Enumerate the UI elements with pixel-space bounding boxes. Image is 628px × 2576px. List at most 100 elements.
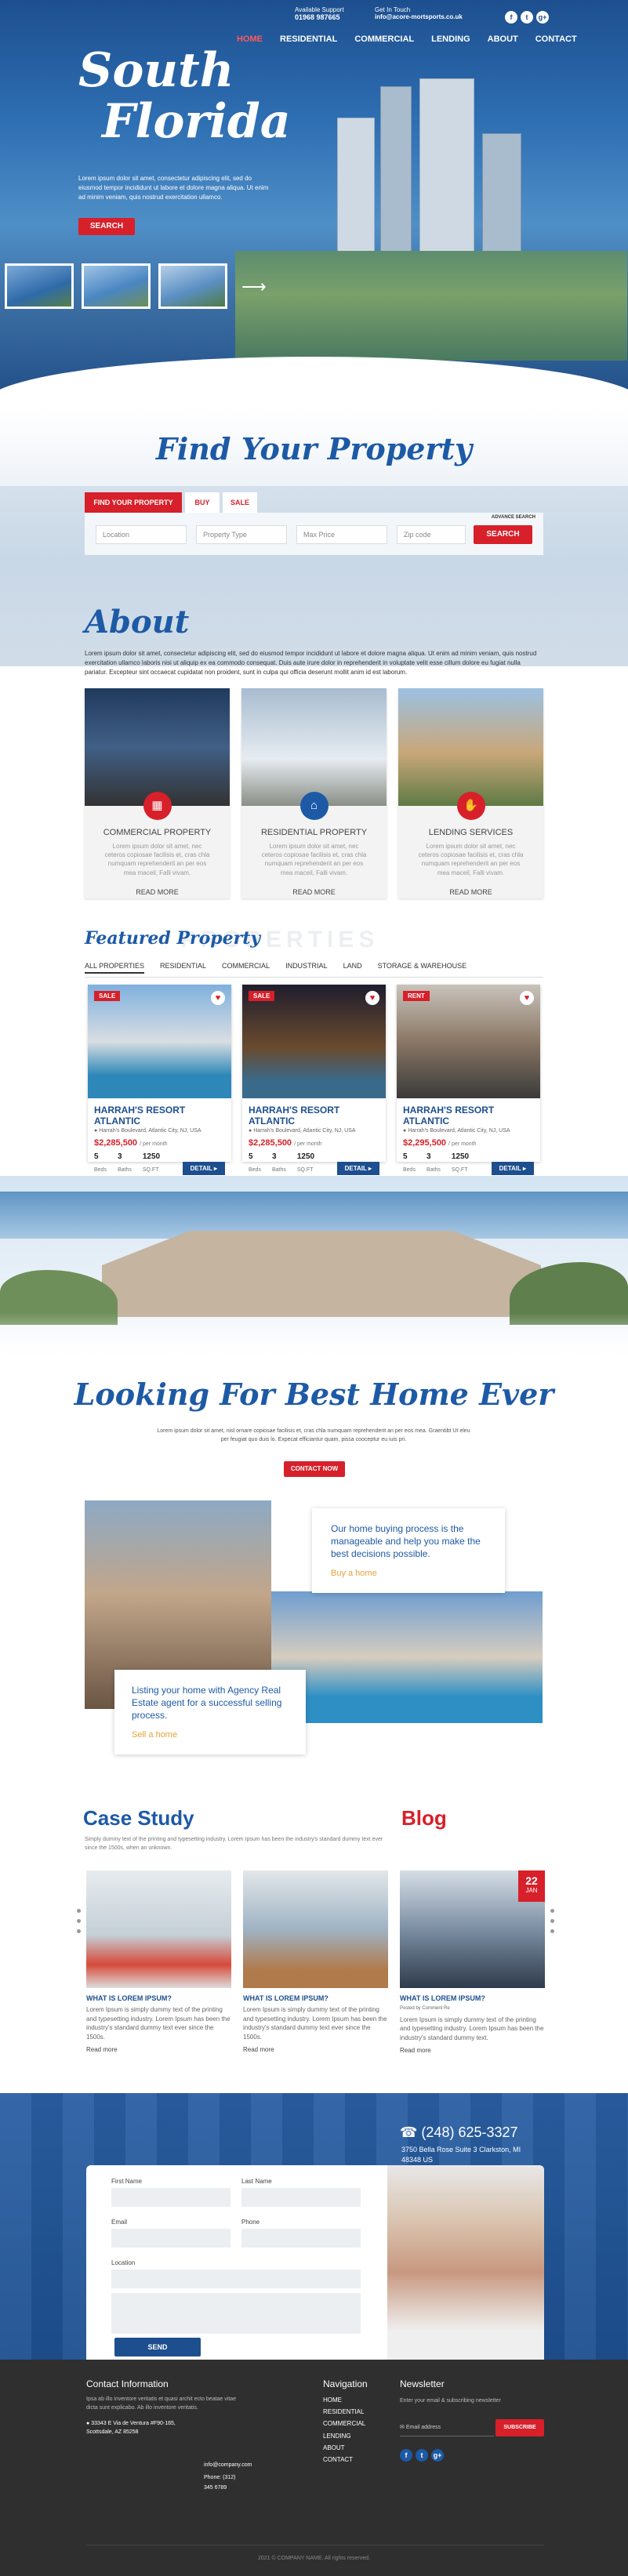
footer-nav-about[interactable]: ABOUT <box>323 2442 409 2454</box>
property-card[interactable]: SALE ♥ HARRAH'S RESORT ATLANTIC ● Harrah… <box>242 985 386 1175</box>
twitter-icon[interactable]: t <box>521 11 533 24</box>
email-input[interactable] <box>111 2229 231 2248</box>
tab-land[interactable]: LAND <box>343 962 362 970</box>
advance-search-link[interactable]: ADVANCE SEARCH <box>492 515 535 520</box>
case-item-text: Lorem Ipsum is simply dummy text of the … <box>243 2006 387 2041</box>
baths-value: 3 <box>426 1152 431 1161</box>
first-name-input[interactable] <box>111 2188 231 2207</box>
footer-nav-commercial[interactable]: COMMERCIAL <box>323 2418 409 2429</box>
tab-commercial[interactable]: COMMERCIAL <box>222 962 270 970</box>
nav-residential[interactable]: RESIDENTIAL <box>280 34 337 44</box>
meeting-image: 22 JAN <box>400 1870 545 1988</box>
footer-nav-lending[interactable]: LENDING <box>323 2430 409 2442</box>
google-plus-icon[interactable]: g+ <box>431 2449 444 2462</box>
property-name[interactable]: HARRAH'S RESORT ATLANTIC <box>397 1098 540 1128</box>
search-button[interactable]: SEARCH <box>474 525 532 544</box>
footer-nav-residential[interactable]: RESIDENTIAL <box>323 2406 409 2418</box>
contact-phone[interactable]: ☎ (248) 625-3327 <box>400 2124 518 2141</box>
footer-nav-contact[interactable]: CONTACT <box>323 2454 409 2465</box>
tab-residential[interactable]: RESIDENTIAL <box>160 962 206 970</box>
property-name[interactable]: HARRAH'S RESORT ATLANTIC <box>242 1098 386 1128</box>
subscribe-button[interactable]: SUBSCRIBE <box>496 2419 544 2436</box>
heart-icon[interactable]: ♥ <box>520 991 534 1005</box>
property-card[interactable]: SALE ♥ HARRAH'S RESORT ATLANTIC ● Harrah… <box>88 985 231 1175</box>
card-text: Lorem ipsum dolor sit amet, nec ceteros … <box>104 843 210 876</box>
tab-all-properties[interactable]: ALL PROPERTIES <box>85 962 145 974</box>
case-item-title[interactable]: WHAT IS LOREM IPSUM? <box>86 1994 231 2002</box>
support-phone[interactable]: 01968 987665 <box>295 13 344 21</box>
sell-home-link[interactable]: Sell a home <box>132 1730 289 1740</box>
case-study-item: WHAT IS LOREM IPSUM? Lorem Ipsum is simp… <box>86 1870 231 2053</box>
property-card[interactable]: RENT ♥ HARRAH'S RESORT ATLANTIC ● Harrah… <box>397 985 540 1175</box>
location-input[interactable] <box>111 2269 361 2288</box>
read-more-link[interactable]: READ MORE <box>241 888 387 896</box>
zip-code-input[interactable]: Zip code <box>397 525 466 544</box>
card-title: COMMERCIAL PROPERTY <box>103 828 212 837</box>
commercial-image <box>85 688 230 806</box>
carousel-dot[interactable] <box>77 1919 81 1923</box>
copyright-text: 2021 © COMPANY NAME. All rights reserved… <box>257 2556 370 2561</box>
nav-lending[interactable]: LENDING <box>431 34 470 44</box>
house-image <box>102 1231 541 1317</box>
blog-item-title[interactable]: WHAT IS LOREM IPSUM? <box>400 1994 545 2002</box>
read-more-link[interactable]: Read more <box>243 2046 388 2053</box>
detail-button[interactable]: DETAIL ▸ <box>491 1162 534 1175</box>
property-type-select[interactable]: Property Type <box>196 525 287 544</box>
footer-nav-home[interactable]: HOME <box>323 2394 409 2406</box>
max-price-select[interactable]: Max Price <box>296 525 387 544</box>
contact-now-button[interactable]: CONTACT NOW <box>284 1461 345 1477</box>
read-more-link[interactable]: READ MORE <box>398 888 543 896</box>
message-textarea[interactable] <box>111 2293 361 2334</box>
phone-input[interactable] <box>241 2229 361 2248</box>
read-more-link[interactable]: READ MORE <box>85 888 230 896</box>
email-label: Email <box>111 2219 128 2226</box>
location-select[interactable]: Location <box>96 525 187 544</box>
nav-contact[interactable]: CONTACT <box>535 34 577 44</box>
hero-thumbnail[interactable] <box>158 263 227 309</box>
carousel-dot[interactable] <box>550 1909 554 1913</box>
tab-find-property[interactable]: FIND YOUR PROPERTY <box>85 492 182 513</box>
mail-link[interactable]: info@acore-mortsports.co.uk <box>375 13 463 20</box>
nav-commercial[interactable]: COMMERCIAL <box>354 34 414 44</box>
sale-badge: SALE <box>249 991 275 1001</box>
sqft-value: 1250 <box>296 1152 315 1161</box>
case-item-title[interactable]: WHAT IS LOREM IPSUM? <box>243 1994 388 2002</box>
footer-email[interactable]: info@company.com <box>204 2460 252 2470</box>
tab-buy[interactable]: BUY <box>185 492 220 513</box>
property-name[interactable]: HARRAH'S RESORT ATLANTIC <box>88 1098 231 1128</box>
nav-about[interactable]: ABOUT <box>488 34 518 44</box>
read-more-link[interactable]: Read more <box>86 2046 231 2053</box>
footer: Contact Information Ipsa ab illo invento… <box>0 2360 628 2576</box>
detail-button[interactable]: DETAIL ▸ <box>182 1162 225 1175</box>
hand-icon: ✋ <box>456 792 485 820</box>
last-name-input[interactable] <box>241 2188 361 2207</box>
property-address: ● Harrah's Boulevard, Atlantic City, NJ,… <box>88 1128 231 1134</box>
price-value: $2,285,500 <box>94 1138 138 1148</box>
tab-industrial[interactable]: INDUSTRIAL <box>285 962 328 970</box>
email-group: Email <box>111 2219 231 2248</box>
carousel-dot[interactable] <box>550 1929 554 1933</box>
tab-sale[interactable]: SALE <box>223 492 257 513</box>
newsletter-email-input[interactable]: ✉ Email address <box>400 2419 494 2436</box>
arrow-right-icon[interactable]: ⟶ <box>241 277 267 297</box>
heart-icon[interactable]: ♥ <box>211 991 225 1005</box>
hero-search-button[interactable]: SEARCH <box>78 218 135 235</box>
google-plus-icon[interactable]: g+ <box>536 11 549 24</box>
hero-thumbnail[interactable] <box>5 263 74 309</box>
read-more-link[interactable]: Read more <box>400 2047 545 2054</box>
facebook-icon[interactable]: f <box>400 2449 412 2462</box>
carousel-dot[interactable] <box>77 1909 81 1913</box>
nav-home[interactable]: HOME <box>237 34 263 44</box>
carousel-dot[interactable] <box>550 1919 554 1923</box>
buy-home-link[interactable]: Buy a home <box>331 1569 486 1578</box>
send-button[interactable]: SEND <box>114 2338 201 2356</box>
twitter-icon[interactable]: t <box>416 2449 428 2462</box>
detail-button[interactable]: DETAIL ▸ <box>336 1162 379 1175</box>
facebook-icon[interactable]: f <box>505 11 517 24</box>
hero-thumbnail[interactable] <box>82 263 151 309</box>
top-bar: Available Support 01968 987665 Get In To… <box>0 0 628 47</box>
tab-storage[interactable]: STORAGE & WAREHOUSE <box>378 962 467 970</box>
heart-icon[interactable]: ♥ <box>365 991 379 1005</box>
property-image: SALE ♥ <box>88 985 231 1098</box>
carousel-dot[interactable] <box>77 1929 81 1933</box>
